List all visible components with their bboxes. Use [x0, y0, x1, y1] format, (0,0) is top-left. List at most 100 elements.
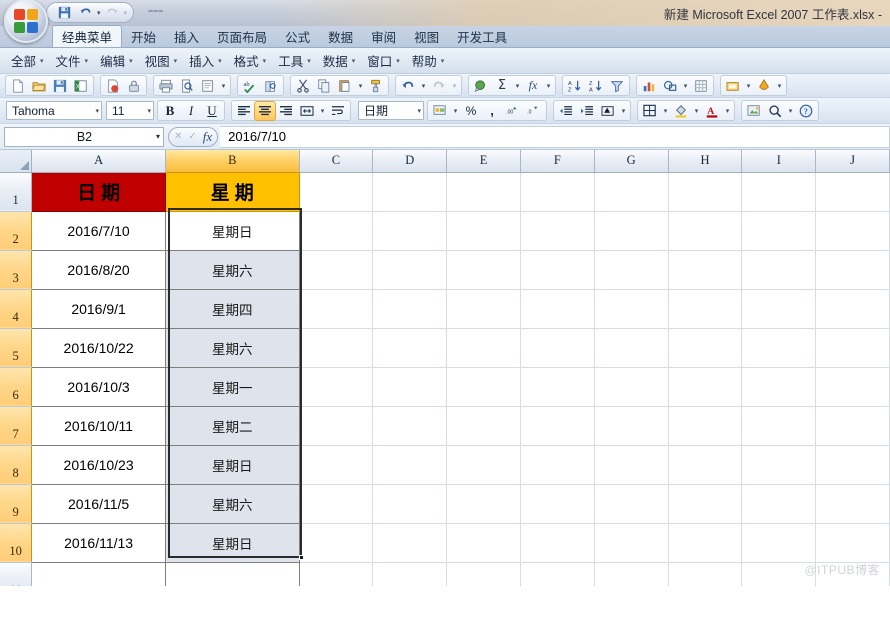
- menu-file[interactable]: 文件 ▾: [49, 49, 94, 72]
- cell-c5[interactable]: [299, 328, 374, 368]
- cell-b7[interactable]: 星期二: [165, 405, 300, 446]
- undo-dropdown-icon[interactable]: ▾: [97, 9, 101, 17]
- row-header-1[interactable]: 1: [0, 172, 33, 212]
- insert-hyperlink-icon[interactable]: [471, 77, 491, 95]
- new-file-icon[interactable]: [8, 77, 28, 95]
- align-left-icon[interactable]: [234, 102, 254, 120]
- cell-d3[interactable]: [372, 250, 448, 290]
- quick-access-toolbar[interactable]: ▾ ▾: [46, 2, 135, 23]
- row-header-4[interactable]: 4: [0, 289, 33, 329]
- cell-c3[interactable]: [299, 250, 374, 290]
- name-box[interactable]: B2 ▾: [4, 126, 164, 147]
- chart-icon[interactable]: [639, 77, 659, 95]
- cell-a1[interactable]: 日期: [31, 171, 166, 212]
- chevron-down-icon[interactable]: ▾: [786, 102, 795, 120]
- cell-g7[interactable]: [594, 406, 669, 446]
- wrap-text-icon[interactable]: [328, 102, 348, 120]
- cell-j1[interactable]: [815, 172, 890, 212]
- font-color-icon[interactable]: A: [702, 102, 722, 120]
- cell-e9[interactable]: [446, 484, 521, 524]
- cell-c1[interactable]: [299, 172, 374, 212]
- tab-home[interactable]: 开始: [122, 26, 165, 47]
- formula-input[interactable]: 2016/7/10: [220, 125, 890, 148]
- cell-i7[interactable]: [741, 406, 817, 446]
- chevron-down-icon[interactable]: ▾: [744, 77, 753, 95]
- permission-icon[interactable]: [124, 77, 144, 95]
- currency-icon[interactable]: [430, 102, 450, 120]
- cell-e6[interactable]: [446, 367, 521, 407]
- cell-h10[interactable]: [668, 523, 743, 563]
- spelling-check-icon[interactable]: ab: [240, 77, 260, 95]
- menu-all[interactable]: 全部 ▾: [4, 49, 49, 72]
- cell-h3[interactable]: [668, 250, 743, 290]
- cell-a3[interactable]: 2016/8/20: [31, 249, 166, 290]
- row-header-3[interactable]: 3: [0, 250, 33, 290]
- cell-g2[interactable]: [594, 211, 669, 251]
- cell-i5[interactable]: [741, 328, 817, 368]
- cell-g10[interactable]: [594, 523, 669, 563]
- cell-b1[interactable]: 星期: [165, 171, 300, 212]
- cell-e3[interactable]: [446, 250, 521, 290]
- image-insert-icon[interactable]: [723, 77, 743, 95]
- cell-c6[interactable]: [299, 367, 374, 407]
- menu-edit[interactable]: 编辑 ▾: [93, 49, 138, 72]
- cell-h6[interactable]: [668, 367, 743, 407]
- cell-b3[interactable]: 星期六: [165, 249, 300, 290]
- chevron-down-icon[interactable]: ▾: [318, 102, 327, 120]
- font-size-select[interactable]: 11 ▾: [106, 101, 154, 120]
- cell-j5[interactable]: [815, 328, 890, 368]
- text-direction-icon[interactable]: [598, 102, 618, 120]
- cell-g6[interactable]: [594, 367, 669, 407]
- chevron-down-icon[interactable]: ▾: [681, 77, 690, 95]
- save-icon[interactable]: [50, 77, 70, 95]
- menu-tools[interactable]: 工具 ▾: [271, 49, 316, 72]
- increase-indent-icon[interactable]: [577, 102, 597, 120]
- row-header-6[interactable]: 6: [0, 367, 33, 407]
- undo-icon[interactable]: [398, 77, 418, 95]
- cell-j2[interactable]: [815, 211, 890, 251]
- open-folder-icon[interactable]: [29, 77, 49, 95]
- tab-page-layout[interactable]: 页面布局: [208, 26, 276, 47]
- chevron-down-icon[interactable]: ▾: [513, 77, 522, 95]
- camera-icon[interactable]: [744, 102, 764, 120]
- cell-a11[interactable]: [31, 561, 166, 586]
- cell-c8[interactable]: [299, 445, 374, 485]
- cell-d9[interactable]: [372, 484, 448, 524]
- cell-c10[interactable]: [299, 523, 374, 563]
- chevron-down-icon[interactable]: ▾: [723, 102, 732, 120]
- cell-j10[interactable]: [815, 523, 890, 563]
- italic-button[interactable]: I: [181, 102, 201, 120]
- drawing-icon[interactable]: [660, 77, 680, 95]
- cell-j8[interactable]: [815, 445, 890, 485]
- column-header-a[interactable]: A: [31, 150, 166, 173]
- cell-f3[interactable]: [520, 250, 595, 290]
- chevron-down-icon[interactable]: ▾: [619, 102, 628, 120]
- print-icon[interactable]: [156, 77, 176, 95]
- number-format-select[interactable]: 日期 ▾: [358, 101, 424, 120]
- format-painter-icon[interactable]: [366, 77, 386, 95]
- cell-e1[interactable]: [446, 172, 521, 212]
- cell-h5[interactable]: [668, 328, 743, 368]
- cell-f6[interactable]: [520, 367, 595, 407]
- cell-h9[interactable]: [668, 484, 743, 524]
- column-header-f[interactable]: F: [520, 150, 595, 173]
- align-right-icon[interactable]: [276, 102, 296, 120]
- redo-icon[interactable]: [429, 77, 449, 95]
- cell-f1[interactable]: [520, 172, 595, 212]
- cell-a4[interactable]: 2016/9/1: [31, 288, 166, 329]
- row-header-2[interactable]: 2: [0, 211, 33, 251]
- tab-formulas[interactable]: 公式: [276, 26, 319, 47]
- cell-f8[interactable]: [520, 445, 595, 485]
- cell-e4[interactable]: [446, 289, 521, 329]
- cell-f7[interactable]: [520, 406, 595, 446]
- filter-icon[interactable]: [607, 77, 627, 95]
- cell-f2[interactable]: [520, 211, 595, 251]
- chevron-down-icon[interactable]: ▾: [156, 132, 160, 141]
- cell-f10[interactable]: [520, 523, 595, 563]
- cell-d7[interactable]: [372, 406, 448, 446]
- column-header-b[interactable]: B: [165, 150, 300, 173]
- cell-a9[interactable]: 2016/11/5: [31, 483, 166, 524]
- undo-icon[interactable]: [76, 4, 95, 21]
- cell-g5[interactable]: [594, 328, 669, 368]
- chevron-down-icon[interactable]: ▾: [356, 77, 365, 95]
